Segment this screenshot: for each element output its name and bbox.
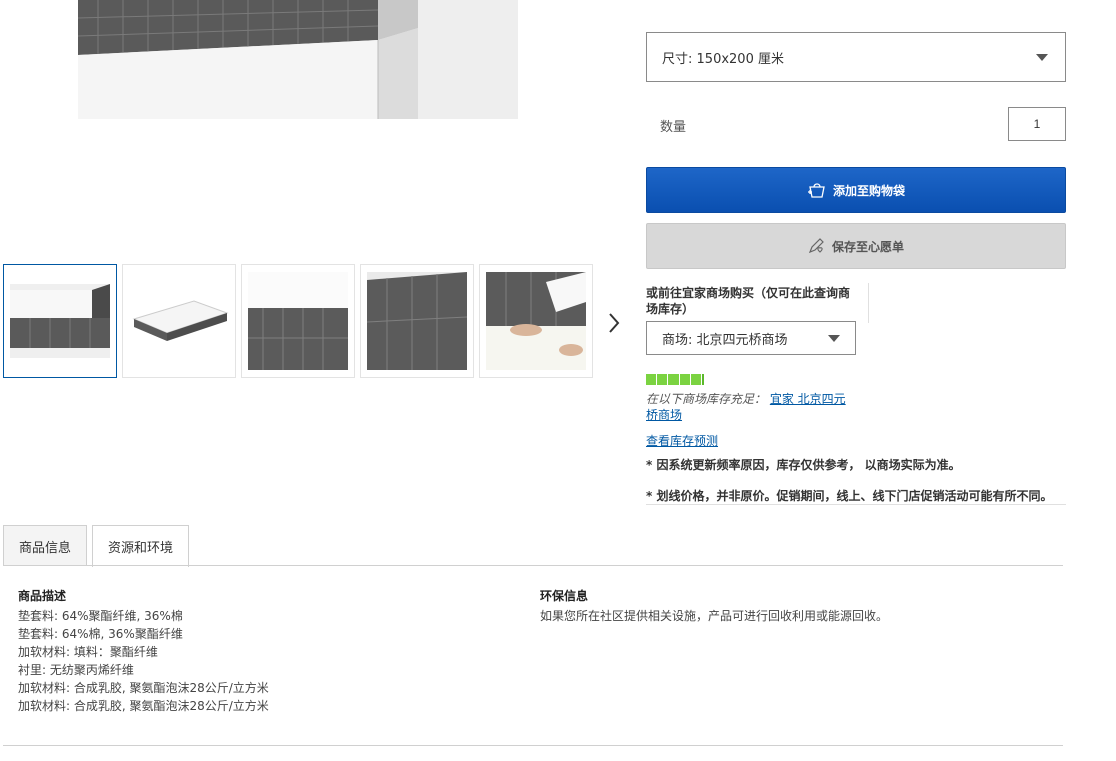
stock-segment bbox=[646, 374, 657, 385]
product-tabs: 商品信息 资源和环境 bbox=[3, 525, 190, 567]
description-line: 垫套料: 64%聚酯纤维, 36%棉 bbox=[18, 609, 183, 623]
tab-product-info[interactable]: 商品信息 bbox=[3, 525, 88, 566]
description-line: 垫套料: 64%棉, 36%聚酯纤维 bbox=[18, 627, 183, 641]
size-select[interactable]: 尺寸: 150x200 厘米 bbox=[646, 32, 1066, 82]
stock-disclaimer: * 因系统更新频率原因，库存仅供参考， 以商场实际为准。 bbox=[646, 458, 961, 472]
divider bbox=[3, 745, 1063, 746]
stock-segment-end bbox=[702, 374, 705, 385]
tab-resources-environment[interactable]: 资源和环境 bbox=[92, 525, 190, 567]
description-line: 衬里: 无纺聚丙烯纤维 bbox=[18, 663, 134, 677]
add-to-cart-button[interactable]: 添加至购物袋 bbox=[646, 167, 1066, 213]
environment-text: 如果您所在社区提供相关设施，产品可进行回收利用或能源回收。 bbox=[540, 609, 889, 623]
thumbnail-3[interactable] bbox=[241, 264, 355, 378]
shopping-bag-icon bbox=[807, 183, 825, 198]
size-select-label: 尺寸: bbox=[662, 51, 693, 67]
description-list: 垫套料: 64%聚酯纤维, 36%棉 垫套料: 64%棉, 36%聚酯纤维 加软… bbox=[18, 607, 269, 715]
stock-status-label: 在以下商场库存充足： bbox=[646, 392, 767, 406]
store-select-label: 商场: bbox=[662, 332, 693, 348]
save-to-wishlist-button[interactable]: 保存至心愿单 bbox=[646, 223, 1066, 269]
stock-segment bbox=[679, 374, 690, 385]
caret-down-icon bbox=[828, 335, 840, 342]
store-select[interactable]: 商场: 北京四元桥商场 bbox=[646, 321, 856, 355]
edit-heart-icon bbox=[808, 238, 824, 254]
description-line: 加软材料: 合成乳胶, 聚氨酯泡沫28公斤/立方米 bbox=[18, 699, 269, 713]
quantity-input[interactable] bbox=[1008, 107, 1066, 141]
divider bbox=[646, 504, 1066, 505]
stock-status-text: 在以下商场库存充足： 宜家 北京四元桥商场 bbox=[646, 391, 856, 423]
chevron-right-icon bbox=[609, 313, 620, 333]
stock-segment bbox=[668, 374, 679, 385]
thumbnail-5[interactable] bbox=[479, 264, 593, 378]
divider bbox=[868, 283, 869, 323]
thumbnail-1[interactable] bbox=[3, 264, 117, 378]
environment-title: 环保信息 bbox=[540, 589, 589, 603]
thumbnail-4[interactable] bbox=[360, 264, 474, 378]
quantity-label: 数量 bbox=[660, 120, 687, 135]
description-line: 加软材料: 填料：聚酯纤维 bbox=[18, 645, 158, 659]
thumbnail-strip bbox=[3, 264, 593, 378]
price-disclaimer: * 划线价格，并非原价。促销期间，线上、线下门店促销活动可能有所不同。 bbox=[646, 489, 1053, 503]
description-title: 商品描述 bbox=[18, 589, 67, 603]
description-line: 加软材料: 合成乳胶, 聚氨酯泡沫28公斤/立方米 bbox=[18, 681, 269, 695]
store-select-value: 北京四元桥商场 bbox=[696, 332, 788, 348]
tab-divider bbox=[3, 565, 1063, 566]
add-to-cart-label: 添加至购物袋 bbox=[832, 183, 905, 198]
stock-forecast-link[interactable]: 查看库存预测 bbox=[646, 432, 718, 449]
save-to-wishlist-label: 保存至心愿单 bbox=[831, 239, 904, 254]
stock-level-indicator bbox=[646, 374, 705, 385]
product-main-image bbox=[78, 0, 518, 119]
size-select-value: 150x200 厘米 bbox=[696, 51, 784, 67]
stock-segment bbox=[657, 374, 668, 385]
caret-down-icon bbox=[1036, 54, 1048, 61]
store-section-title: 或前往宜家商场购买（仅可在此查询商场库存） bbox=[646, 286, 851, 316]
stock-segment bbox=[690, 374, 702, 385]
thumbnail-next-button[interactable] bbox=[604, 310, 624, 336]
thumbnail-2[interactable] bbox=[122, 264, 236, 378]
